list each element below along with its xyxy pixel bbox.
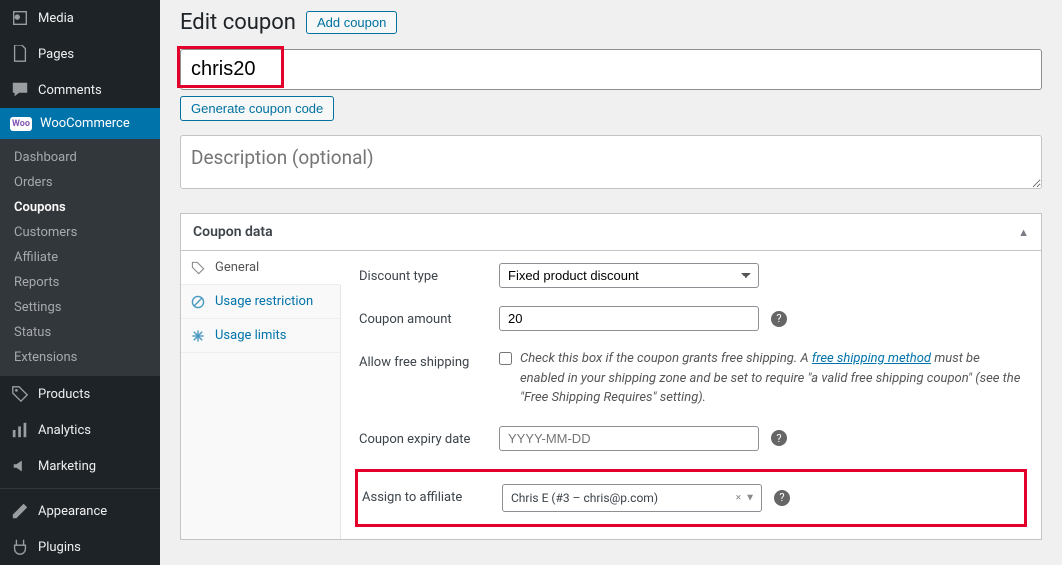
limits-icon bbox=[191, 329, 207, 343]
sub-customers[interactable]: Customers bbox=[0, 220, 160, 245]
admin-sidebar: Media Pages Comments Woo WooCommerce Das… bbox=[0, 0, 160, 565]
label-free-shipping: Allow free shipping bbox=[359, 349, 499, 370]
coupon-description-input[interactable] bbox=[180, 135, 1042, 189]
free-shipping-description: Check this box if the coupon grants free… bbox=[520, 349, 1023, 408]
nav-label: Products bbox=[38, 387, 90, 402]
page-header: Edit coupon Add coupon bbox=[180, 0, 1042, 49]
tab-general[interactable]: General bbox=[181, 251, 341, 285]
label-expiry: Coupon expiry date bbox=[359, 426, 499, 447]
nav-label: Media bbox=[38, 11, 74, 26]
panel-title: Coupon data bbox=[193, 224, 273, 240]
nav-label: WooCommerce bbox=[40, 116, 130, 131]
sub-settings[interactable]: Settings bbox=[0, 295, 160, 320]
tab-usage-limits[interactable]: Usage limits bbox=[181, 319, 340, 353]
media-icon bbox=[10, 8, 30, 28]
appearance-icon bbox=[10, 501, 30, 521]
help-icon[interactable]: ? bbox=[774, 490, 790, 506]
nav-woocommerce[interactable]: Woo WooCommerce bbox=[0, 108, 160, 139]
nav-products[interactable]: Products bbox=[0, 376, 160, 412]
nav-marketing[interactable]: Marketing bbox=[0, 448, 160, 484]
free-shipping-link[interactable]: free shipping method bbox=[812, 351, 931, 366]
coupon-amount-input[interactable] bbox=[499, 306, 759, 331]
tab-label: General bbox=[215, 260, 259, 275]
chevron-down-icon: ▼ bbox=[745, 492, 755, 503]
sub-affiliate[interactable]: Affiliate bbox=[0, 245, 160, 270]
nav-label: Analytics bbox=[38, 423, 91, 438]
help-icon[interactable]: ? bbox=[771, 430, 787, 446]
collapse-icon: ▲ bbox=[1018, 226, 1029, 239]
tab-label: Usage restriction bbox=[215, 294, 313, 309]
panel-header[interactable]: Coupon data ▲ bbox=[181, 214, 1041, 251]
main-content: Edit coupon Add coupon Generate coupon c… bbox=[160, 0, 1062, 565]
generate-code-button[interactable]: Generate coupon code bbox=[180, 96, 334, 121]
label-discount-type: Discount type bbox=[359, 263, 499, 284]
expiry-date-input[interactable] bbox=[499, 426, 759, 451]
general-icon bbox=[191, 261, 207, 275]
page-title: Edit coupon bbox=[180, 10, 296, 35]
woo-icon: Woo bbox=[10, 117, 32, 131]
sub-extensions[interactable]: Extensions bbox=[0, 345, 160, 370]
nav-media[interactable]: Media bbox=[0, 0, 160, 36]
label-affiliate: Assign to affiliate bbox=[362, 484, 502, 505]
affiliate-select[interactable]: Chris E (#3 – chris@p.com) × ▼ bbox=[502, 484, 762, 512]
page-icon bbox=[10, 44, 30, 64]
nav-label: Appearance bbox=[38, 504, 107, 519]
label-coupon-amount: Coupon amount bbox=[359, 306, 499, 327]
nav-comments[interactable]: Comments bbox=[0, 72, 160, 108]
nav-label: Plugins bbox=[38, 540, 81, 555]
nav-label: Pages bbox=[38, 47, 74, 62]
row-coupon-amount: Coupon amount ? bbox=[359, 306, 1023, 331]
woo-submenu: Dashboard Orders Coupons Customers Affil… bbox=[0, 139, 160, 376]
sub-coupons[interactable]: Coupons bbox=[0, 195, 160, 220]
tab-label: Usage limits bbox=[215, 328, 286, 343]
panel-fields: Discount type Fixed product discount Cou… bbox=[341, 251, 1041, 539]
row-discount-type: Discount type Fixed product discount bbox=[359, 263, 1023, 288]
row-expiry: Coupon expiry date ? bbox=[359, 426, 1023, 451]
row-free-shipping: Allow free shipping Check this box if th… bbox=[359, 349, 1023, 408]
sub-reports[interactable]: Reports bbox=[0, 270, 160, 295]
sub-status[interactable]: Status bbox=[0, 320, 160, 345]
comment-icon bbox=[10, 80, 30, 100]
nav-appearance[interactable]: Appearance bbox=[0, 493, 160, 529]
row-affiliate: Assign to affiliate Chris E (#3 – chris@… bbox=[358, 484, 1024, 512]
affiliate-value: Chris E (#3 – chris@p.com) bbox=[511, 491, 658, 505]
analytics-icon bbox=[10, 420, 30, 440]
nav-label: Comments bbox=[38, 83, 102, 98]
add-coupon-button[interactable]: Add coupon bbox=[306, 11, 397, 34]
nav-plugins[interactable]: Plugins bbox=[0, 529, 160, 565]
nav-pages[interactable]: Pages bbox=[0, 36, 160, 72]
help-icon[interactable]: ? bbox=[771, 311, 787, 327]
nav-analytics[interactable]: Analytics bbox=[0, 412, 160, 448]
sub-orders[interactable]: Orders bbox=[0, 170, 160, 195]
tab-usage-restriction[interactable]: Usage restriction bbox=[181, 285, 340, 319]
discount-type-select[interactable]: Fixed product discount bbox=[499, 263, 759, 288]
marketing-icon bbox=[10, 456, 30, 476]
nav-label: Marketing bbox=[38, 459, 96, 474]
coupon-code-input[interactable] bbox=[180, 49, 1042, 90]
panel-tabs: General Usage restriction Usage limits bbox=[181, 251, 341, 539]
sub-dashboard[interactable]: Dashboard bbox=[0, 145, 160, 170]
free-shipping-checkbox[interactable] bbox=[499, 352, 512, 365]
highlight-affiliate: Assign to affiliate Chris E (#3 – chris@… bbox=[355, 469, 1027, 527]
plugins-icon bbox=[10, 537, 30, 557]
coupon-data-panel: Coupon data ▲ General Usage restriction bbox=[180, 213, 1042, 540]
clear-icon: × bbox=[736, 492, 741, 503]
restriction-icon bbox=[191, 295, 207, 309]
products-icon bbox=[10, 384, 30, 404]
